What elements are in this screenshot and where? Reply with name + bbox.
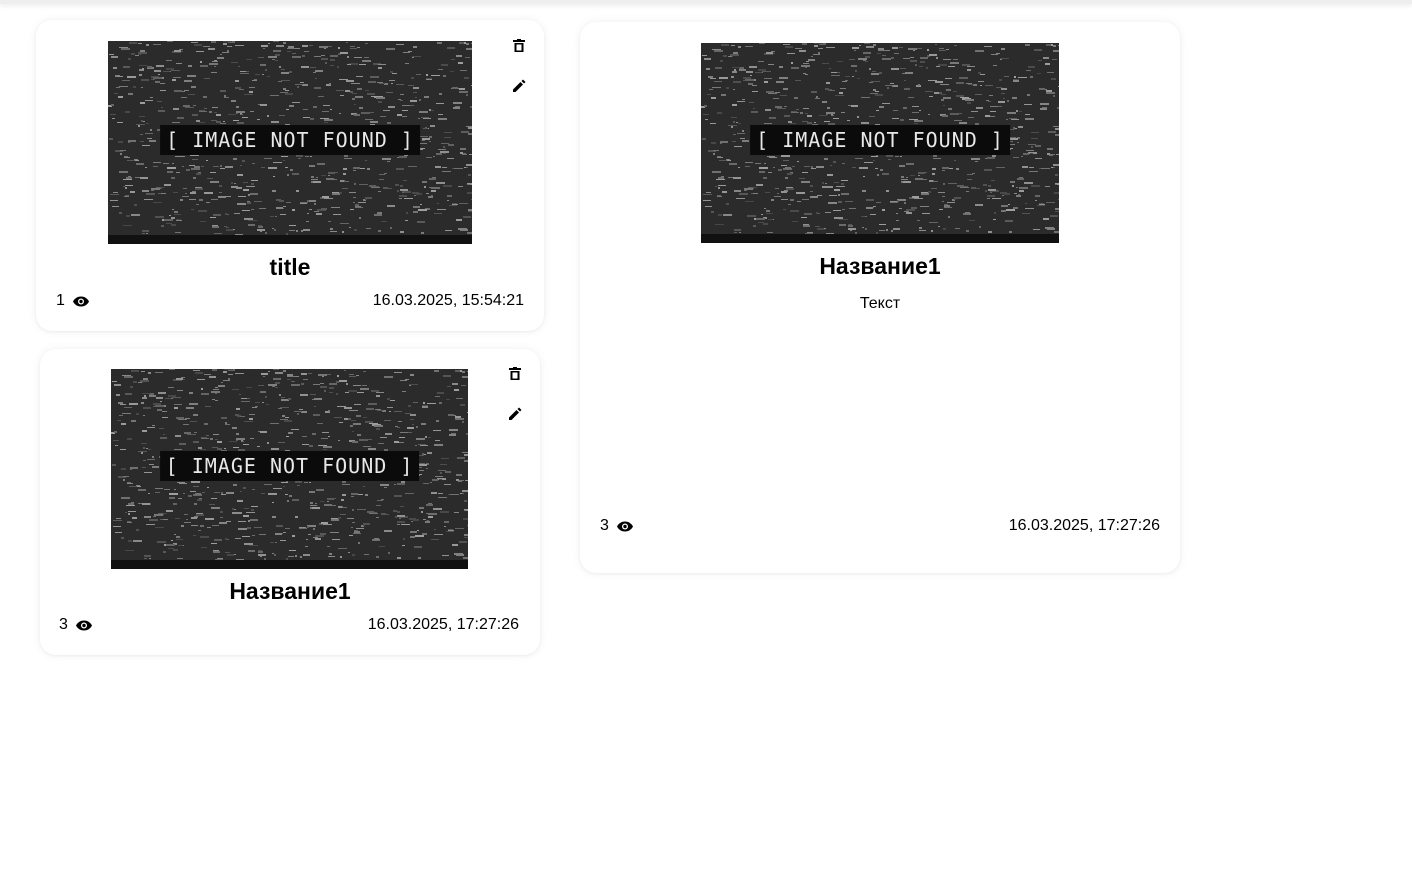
views-count: 3: [59, 616, 92, 634]
eye-icon: [75, 620, 92, 631]
post-date: 16.03.2025, 17:27:26: [367, 616, 519, 633]
post-card-expanded[interactable]: [ IMAGE NOT FOUND ] Название1 Текст 3 16…: [580, 22, 1180, 573]
views-number: 3: [59, 616, 68, 633]
image-bottom-bar: [108, 235, 472, 244]
edit-button[interactable]: [509, 76, 529, 96]
pencil-icon: [513, 79, 526, 92]
image-bottom-bar: [111, 560, 468, 569]
image-bottom-bar: [701, 234, 1059, 243]
post-image: [ IMAGE NOT FOUND ]: [111, 369, 468, 569]
post-card[interactable]: [ IMAGE NOT FOUND ] Название1 3 16.03.20…: [40, 349, 540, 655]
views-count: 1: [56, 292, 89, 310]
post-title: Название1: [229, 578, 351, 604]
post-title: Название1: [819, 253, 941, 279]
post-date: 16.03.2025, 17:27:26: [1008, 517, 1160, 534]
post-image: [ IMAGE NOT FOUND ]: [701, 43, 1059, 243]
eye-icon: [72, 296, 89, 307]
post-card[interactable]: [ IMAGE NOT FOUND ] title 1 16.03.2025, …: [36, 20, 544, 331]
views-number: 3: [600, 517, 609, 534]
image-not-found-label: [ IMAGE NOT FOUND ]: [159, 451, 420, 481]
top-bar: [0, 0, 1412, 4]
delete-button[interactable]: [509, 36, 529, 56]
pencil-icon: [509, 407, 522, 420]
post-title: title: [269, 254, 311, 280]
edit-button[interactable]: [505, 404, 525, 424]
eye-icon: [616, 521, 633, 532]
post-image: [ IMAGE NOT FOUND ]: [108, 41, 472, 244]
image-not-found-label: [ IMAGE NOT FOUND ]: [750, 125, 1010, 155]
delete-button[interactable]: [505, 364, 525, 384]
post-date: 16.03.2025, 15:54:21: [372, 292, 524, 309]
trash-icon: [509, 367, 521, 380]
image-not-found-label: [ IMAGE NOT FOUND ]: [160, 124, 420, 155]
views-count: 3: [600, 517, 633, 535]
trash-icon: [513, 39, 525, 52]
views-number: 1: [56, 292, 65, 309]
post-text: Текст: [859, 295, 901, 312]
